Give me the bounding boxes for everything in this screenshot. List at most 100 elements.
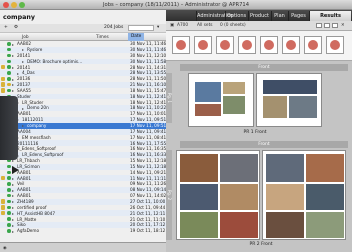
gear-icon[interactable]: ⚙: [14, 25, 18, 30]
page-thumbnail[interactable]: [238, 36, 256, 54]
disclosure-icon[interactable]: ▸: [12, 82, 14, 87]
photo: [180, 154, 218, 182]
disclosure-icon[interactable]: ▸: [12, 65, 14, 70]
subbar-press[interactable]: A700: [177, 23, 188, 28]
disclosure-icon[interactable]: ▸: [12, 188, 14, 193]
photo: [306, 184, 344, 210]
pointer-arrow-icon: [12, 166, 19, 174]
tab-product[interactable]: Product: [248, 11, 270, 21]
tab-bar: Administration Options Product Plan Pages Res…: [166, 10, 352, 21]
disclosure-icon[interactable]: ▸: [12, 193, 14, 198]
filter-icon[interactable]: ▾: [157, 25, 159, 30]
lock-icon: [1, 199, 5, 204]
tab-options[interactable]: Options: [225, 11, 247, 21]
spread2-header: Front: [180, 141, 348, 148]
disclosure-icon[interactable]: ▸: [12, 53, 14, 58]
page-thumbnail[interactable]: [326, 36, 344, 54]
status-dot-icon: [7, 211, 11, 215]
results-subbar: ▣ A700 All sets 0 (0 sheets) ✕: [166, 21, 352, 31]
spread2-right-page[interactable]: [262, 150, 346, 240]
disclosure-icon[interactable]: ▸: [12, 182, 14, 187]
disclosure-icon[interactable]: ▸: [12, 229, 14, 234]
view-toggle-2[interactable]: [324, 23, 330, 28]
status-dot-icon: [7, 199, 11, 204]
status-dot-icon: [7, 53, 11, 58]
subbar-sets[interactable]: All sets: [197, 23, 213, 28]
page-thumbnail[interactable]: [172, 36, 190, 54]
status-dot-icon: [7, 205, 11, 210]
disclosure-icon[interactable]: ▸: [22, 59, 24, 64]
page-mark-icon: [330, 40, 340, 50]
disclosure-icon[interactable]: ▸: [12, 217, 14, 222]
photo: [195, 82, 221, 102]
spread-area: Front Pg. 1 PR 1 Front Front Pg. 2 PR 2 …: [166, 61, 352, 252]
page-mark-icon: [198, 40, 208, 50]
status-bar: ◉: [0, 242, 166, 252]
spread2-side-tab[interactable]: Pg. 2: [166, 150, 172, 240]
job-name: AgfaDemo: [17, 228, 40, 234]
disclosure-icon[interactable]: ▸: [22, 47, 24, 52]
disclosure-icon[interactable]: ▸: [12, 199, 14, 204]
photo: [195, 104, 221, 116]
page-thumbnail[interactable]: [216, 36, 234, 54]
view-toggle-3[interactable]: [332, 23, 338, 28]
subbar-sheets: 0 (0 sheets): [220, 23, 246, 28]
add-icon[interactable]: +: [4, 25, 8, 30]
job-list-toolbar: + ⚙ 204 Jobs ▾: [0, 24, 166, 33]
column-times[interactable]: Times: [96, 35, 109, 40]
status-dot-icon: [7, 47, 11, 52]
job-list-header: Job Times Date: [0, 33, 166, 41]
page-thumbnail[interactable]: [282, 36, 300, 54]
spread1-side-tab[interactable]: Pg. 1: [166, 73, 172, 123]
view-toggle-1[interactable]: [316, 23, 322, 28]
spread1-right-page[interactable]: [256, 73, 322, 127]
disclosure-icon[interactable]: ▸: [12, 88, 14, 93]
disclosure-icon[interactable]: ▸: [12, 205, 14, 210]
disclosure-icon[interactable]: ▸: [17, 71, 19, 76]
column-job[interactable]: Job: [22, 35, 29, 40]
lock-icon: [1, 210, 5, 216]
disclosure-icon[interactable]: ▸: [12, 223, 14, 228]
status-dot-icon: [7, 82, 11, 87]
status-dot-icon: [7, 229, 11, 233]
tab-administration[interactable]: Administration: [196, 11, 234, 21]
search-input[interactable]: [128, 25, 154, 31]
photo: [266, 154, 304, 182]
tab-results[interactable]: Results: [309, 11, 351, 21]
disclosure-icon[interactable]: ▸: [12, 77, 14, 82]
spread2-left-page[interactable]: [176, 150, 260, 240]
printer-icon[interactable]: ▣: [170, 23, 174, 28]
tab-plan[interactable]: Plan: [271, 11, 287, 21]
close-icon[interactable]: ✕: [341, 23, 345, 28]
column-date[interactable]: Date: [128, 33, 145, 41]
table-row[interactable]: ▸ AgfaDemo 19 Oct 11, 18:12: [0, 228, 166, 234]
photo: [220, 212, 258, 238]
job-list-pane: company + ⚙ 204 Jobs ▾ Job Times Date ▸ A…: [0, 10, 166, 252]
status-dot-icon: [7, 164, 11, 169]
photo: [266, 212, 304, 238]
disclosure-icon[interactable]: ▸: [12, 211, 14, 216]
disclosure-icon[interactable]: ▸: [22, 123, 24, 128]
window-titlebar[interactable]: Jobs – company (18/11/2011) – Administra…: [0, 0, 352, 10]
status-dot-icon: [7, 193, 11, 198]
spread1-left-page[interactable]: [188, 73, 254, 127]
photo: [180, 184, 218, 210]
page-thumbnail[interactable]: [194, 36, 212, 54]
spread1-caption: PR 1 Front: [243, 130, 267, 135]
job-date: 19 Oct 11, 18:12: [130, 228, 166, 234]
photo: [180, 212, 218, 238]
status-dot-icon: [7, 182, 11, 186]
lock-icon: [1, 64, 5, 70]
lock-icon: [1, 205, 5, 210]
lock-icon: [1, 175, 5, 181]
photo: [306, 154, 344, 182]
status-dot-icon: [7, 65, 11, 69]
disclosure-icon[interactable]: ▸: [12, 176, 14, 181]
status-dot-icon: [7, 77, 11, 81]
tab-pages[interactable]: Pages: [288, 11, 308, 21]
disclosure-icon[interactable]: ▸: [22, 106, 24, 111]
page-thumbnail[interactable]: [260, 36, 278, 54]
job-count: 204 Jobs: [104, 25, 124, 30]
disclosure-icon[interactable]: ▸: [12, 42, 14, 47]
page-thumbnail[interactable]: [304, 36, 322, 54]
